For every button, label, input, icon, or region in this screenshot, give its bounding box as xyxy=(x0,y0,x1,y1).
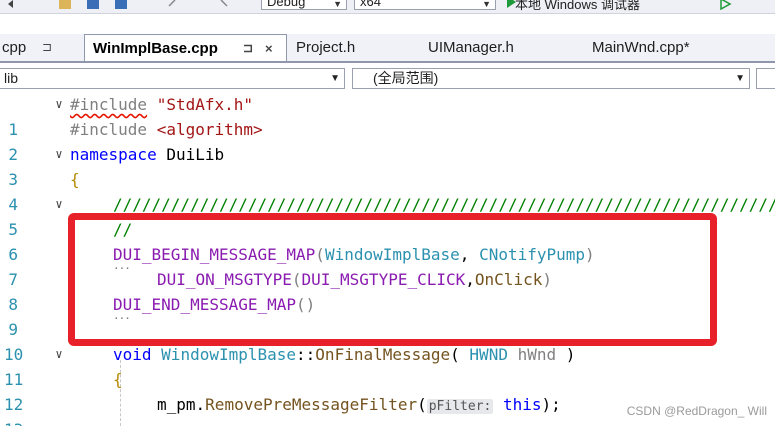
tab-label: UIManager.h xyxy=(428,39,514,56)
project-value: lib xyxy=(4,70,19,86)
platform-value: x64 xyxy=(360,0,381,9)
undo-icon[interactable] xyxy=(6,0,20,9)
scope-value: (全局范围) xyxy=(373,70,439,86)
line-number: 13 xyxy=(4,417,23,426)
preprocessor-directive: #include xyxy=(70,120,148,139)
save-icon[interactable] xyxy=(86,0,100,9)
code-line: 12 { xyxy=(0,367,775,414)
code-line: 3 ∨ namespace DuiLib xyxy=(0,142,775,189)
type-name: HWND xyxy=(469,345,508,364)
keyword: this xyxy=(503,395,542,414)
include-file: "StdAfx.h" xyxy=(156,95,254,114)
namespace-name: DuiLib xyxy=(166,145,225,164)
preprocessor-directive: #include xyxy=(70,95,148,114)
tab-label: Project.h xyxy=(296,39,356,56)
configuration-value: Debug xyxy=(267,0,306,9)
fold-collapse-icon[interactable]: ∨ xyxy=(52,192,66,217)
function-name: RemovePreMessageFilter xyxy=(205,395,418,414)
close-icon[interactable]: × xyxy=(265,35,273,61)
paren: ( xyxy=(417,395,427,414)
toolbar: Debug ▼ x64 ▼ 本地 Windows 调试器 xyxy=(0,0,775,14)
tab-winimplbase-cpp[interactable]: WinImplBase.cpp ⊐ × xyxy=(84,34,287,61)
tab-mainwnd-cpp[interactable]: MainWnd.cpp* xyxy=(584,34,760,61)
parameter-hint: pFilter: xyxy=(426,399,494,414)
pin-icon[interactable]: ⊐ xyxy=(42,34,52,61)
open-folder-icon[interactable] xyxy=(58,0,72,9)
code-line: 2 #include <algorithm> xyxy=(0,117,775,164)
tab-label: MainWnd.cpp* xyxy=(592,39,690,56)
paren: ) xyxy=(565,345,576,364)
run-debugger-button[interactable]: 本地 Windows 调试器 xyxy=(515,0,640,13)
run-without-debug-icon[interactable] xyxy=(718,0,732,11)
keyword: void xyxy=(113,345,152,364)
chevron-down-icon: ▼ xyxy=(333,0,342,9)
chevron-down-icon: ▼ xyxy=(330,73,340,84)
statement-end: ); xyxy=(541,395,561,414)
tab-cpp[interactable]: cpp ⊐ xyxy=(0,34,82,61)
include-file: <algorithm> xyxy=(156,120,263,139)
member-dropdown[interactable] xyxy=(756,68,775,89)
fold-collapse-icon[interactable]: ∨ xyxy=(52,92,66,117)
tab-label: WinImplBase.cpp xyxy=(93,40,218,57)
document-tabs: cpp ⊐ WinImplBase.cpp ⊐ × Project.h UIMa… xyxy=(0,34,775,63)
annotation-highlight-box xyxy=(68,213,717,346)
redo-arrow-icon[interactable] xyxy=(214,0,228,9)
code-line: 4 { xyxy=(0,167,775,214)
fold-collapse-icon[interactable]: ∨ xyxy=(52,142,66,167)
watermark: CSDN @RedDragon_ Will xyxy=(626,404,767,418)
undo-arrow-icon[interactable] xyxy=(168,0,182,9)
member-access: . xyxy=(195,395,206,414)
navigation-bar: lib ▼ (全局范围) ▼ xyxy=(0,66,775,90)
tab-project-h[interactable]: Project.h xyxy=(288,34,418,61)
brace: { xyxy=(70,170,80,189)
paren: ( xyxy=(450,345,470,364)
function-name: OnFinalMessage xyxy=(315,345,451,364)
save-all-icon[interactable] xyxy=(114,0,128,9)
pin-icon[interactable]: ⊐ xyxy=(243,35,253,61)
brace: { xyxy=(113,370,123,389)
chevron-down-icon: ▼ xyxy=(735,73,745,84)
keyword: namespace xyxy=(70,145,157,164)
tab-overflow[interactable] xyxy=(762,34,775,61)
scope-operator: :: xyxy=(296,345,316,364)
tab-uimanager-h[interactable]: UIManager.h xyxy=(420,34,582,61)
platform-dropdown[interactable]: x64 ▼ xyxy=(354,0,496,10)
configuration-dropdown[interactable]: Debug ▼ xyxy=(261,0,347,10)
fold-collapse-icon[interactable]: ∨ xyxy=(52,342,66,367)
project-dropdown[interactable]: lib ▼ xyxy=(0,68,345,89)
parameter: hWnd xyxy=(507,345,566,364)
chevron-down-icon: ▼ xyxy=(482,0,491,9)
class-name: WindowImplBase xyxy=(161,345,297,364)
member-variable: m_pm xyxy=(157,395,196,414)
tab-label: cpp xyxy=(2,39,27,56)
scope-dropdown[interactable]: (全局范围) ▼ xyxy=(352,68,750,89)
code-line: 1 ∨ #include "StdAfx.h" xyxy=(0,92,775,139)
